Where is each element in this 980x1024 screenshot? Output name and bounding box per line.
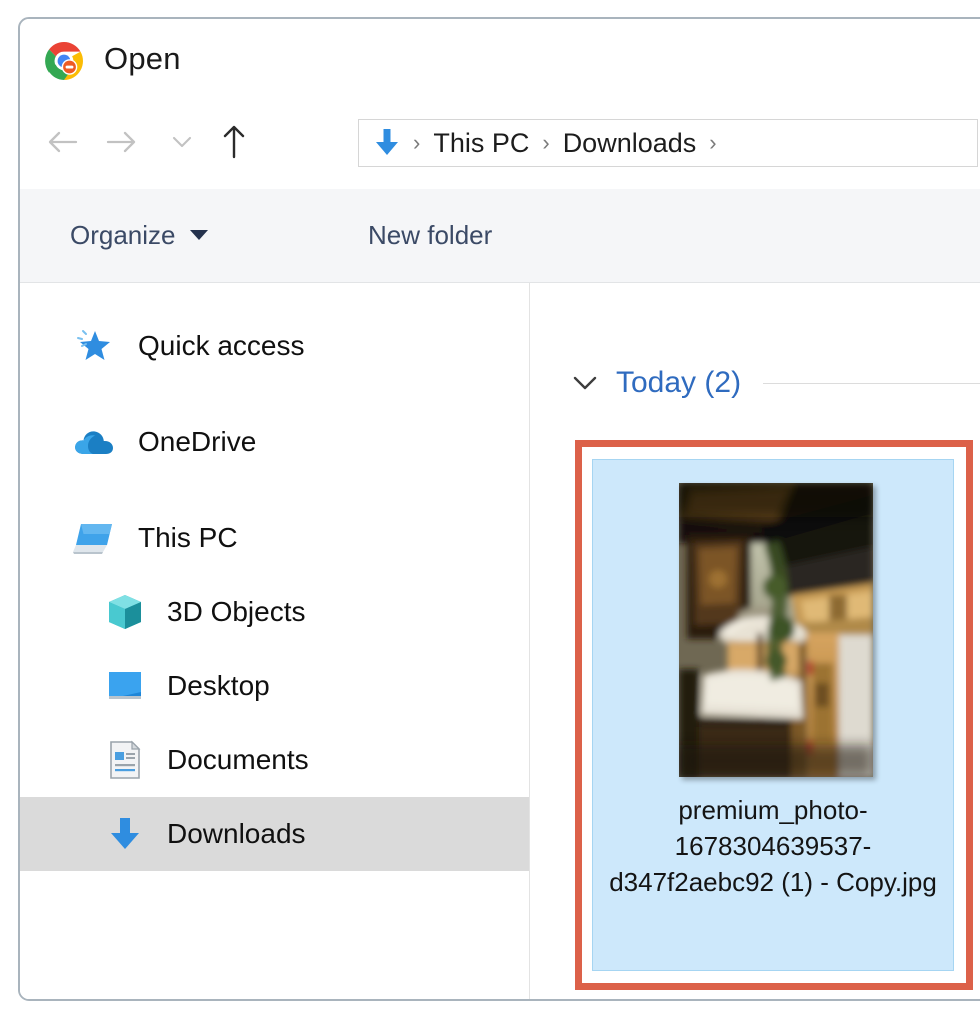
new-folder-button[interactable]: New folder <box>368 211 492 259</box>
navigation-pane: Quick access OneDrive This PC 3D Objects… <box>20 283 530 999</box>
sidebar-item-label: OneDrive <box>138 426 257 457</box>
recent-locations-button[interactable] <box>158 117 206 167</box>
sidebar-item-onedrive[interactable]: OneDrive <box>20 405 529 479</box>
file-thumbnail <box>679 483 873 777</box>
sidebar-item-desktop[interactable]: Desktop <box>20 649 529 723</box>
sidebar-item-this-pc[interactable]: This PC <box>20 501 529 575</box>
sidebar-item-label: Desktop <box>167 670 270 701</box>
forward-button[interactable] <box>98 117 146 167</box>
sidebar-item-label: Documents <box>167 744 309 775</box>
sidebar-item-3d-objects[interactable]: 3D Objects <box>20 575 529 649</box>
content-area: Quick access OneDrive This PC 3D Objects… <box>20 283 980 999</box>
sidebar-item-documents[interactable]: Documents <box>20 723 529 797</box>
up-one-level-button[interactable] <box>210 117 258 167</box>
desktop-icon <box>105 666 145 706</box>
navigation-bar: › This PC › Downloads › <box>20 97 980 189</box>
chrome-icon <box>42 39 86 83</box>
caret-down-icon <box>189 230 208 240</box>
sidebar-item-label: This PC <box>138 522 238 553</box>
address-bar[interactable]: › This PC › Downloads › <box>358 119 978 167</box>
command-toolbar: Organize New folder <box>20 189 980 283</box>
cloud-icon <box>72 420 116 464</box>
breadcrumb-separator-2[interactable]: › <box>698 132 727 154</box>
sidebar-item-label: 3D Objects <box>167 596 306 627</box>
organize-button[interactable]: Organize <box>70 211 208 259</box>
sidebar-item-quick-access[interactable]: Quick access <box>20 309 529 383</box>
chevron-down-icon[interactable] <box>570 368 600 398</box>
file-item-selected[interactable]: premium_photo-1678304639537-d347f2aebc92… <box>592 459 954 971</box>
group-separator-rule <box>763 382 980 384</box>
download-arrow-icon <box>105 814 145 854</box>
monitor-icon <box>72 516 116 560</box>
sidebar-item-label: Downloads <box>167 818 306 849</box>
breadcrumb-separator-0: › <box>413 130 421 155</box>
breadcrumb-separator-1: › <box>542 130 550 155</box>
breadcrumb-downloads[interactable]: Downloads <box>561 128 699 159</box>
sidebar-item-label: Quick access <box>138 330 305 361</box>
open-file-dialog: Open › This PC › Downloads › Organize Ne… <box>18 17 980 1001</box>
document-icon <box>105 740 145 780</box>
file-group-header[interactable]: Today (2) <box>570 361 980 405</box>
cube-icon <box>105 592 145 632</box>
file-group-label: Today (2) <box>616 366 742 399</box>
sidebar-item-downloads[interactable]: Downloads <box>20 797 529 871</box>
organize-label: Organize <box>70 219 176 250</box>
breadcrumb-this-pc[interactable]: This PC <box>431 128 531 159</box>
title-bar: Open <box>20 19 980 97</box>
dialog-title: Open <box>104 41 181 76</box>
downloads-arrow-icon <box>372 127 402 159</box>
star-pin-icon <box>72 324 116 368</box>
file-list-pane[interactable]: Today (2) premium_photo-1678304639537-d3… <box>530 283 980 999</box>
new-folder-label: New folder <box>368 219 493 250</box>
back-button[interactable] <box>38 117 86 167</box>
file-name-label: premium_photo-1678304639537-d347f2aebc92… <box>609 795 937 897</box>
